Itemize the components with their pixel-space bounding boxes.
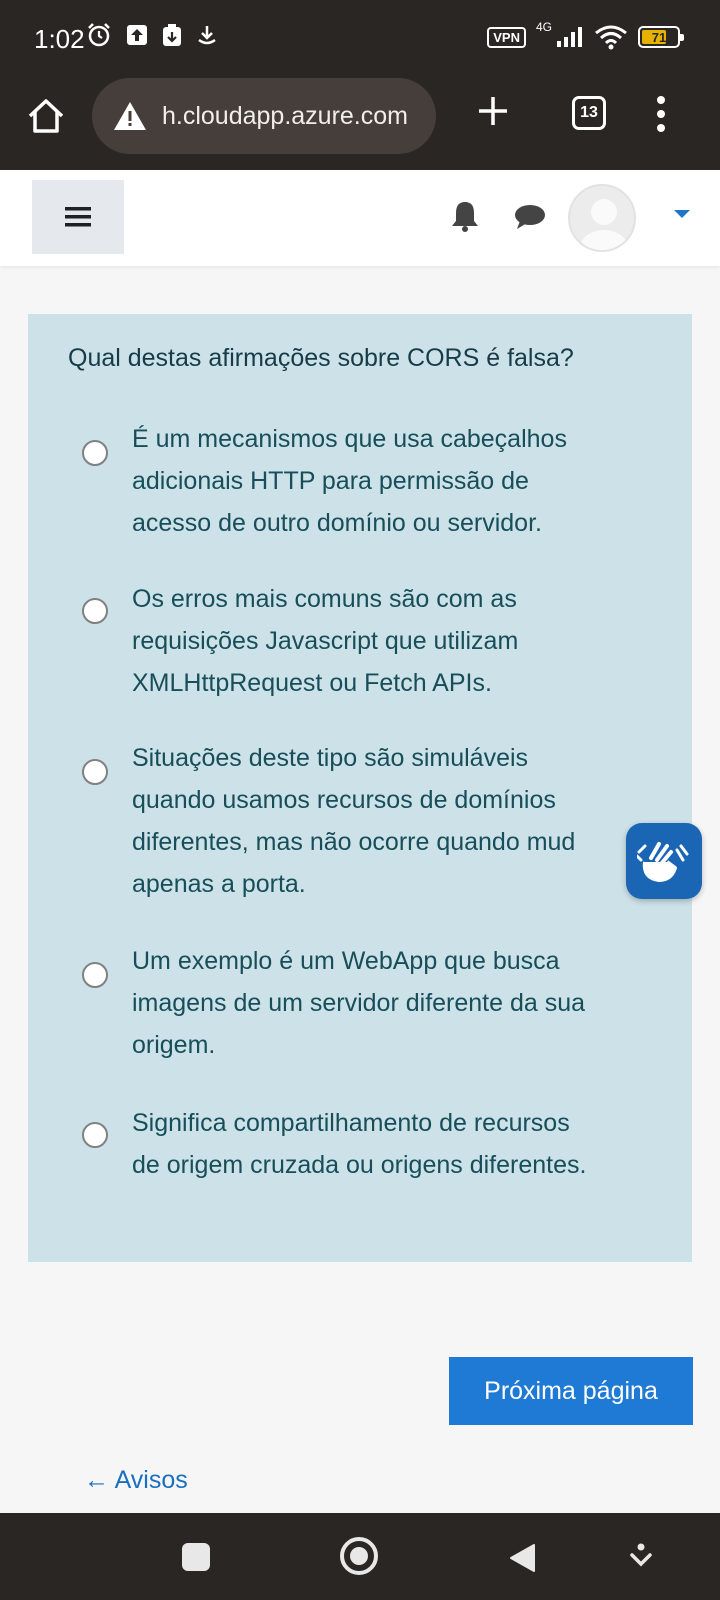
system-navigation-bar <box>0 1513 720 1600</box>
question-card: Qual destas afirmações sobre CORS é fals… <box>28 314 692 1262</box>
next-page-button[interactable]: Próxima página <box>449 1357 693 1425</box>
radio-button[interactable] <box>82 440 108 466</box>
battery-icon: 71 <box>638 26 684 48</box>
tab-switcher-button[interactable]: 13 <box>572 96 606 130</box>
menu-icon <box>65 207 91 227</box>
status-icons-left <box>86 22 218 48</box>
radio-button[interactable] <box>82 962 108 988</box>
status-bar: 1:02 VPN 4G 71 <box>0 0 720 76</box>
answer-text[interactable]: Significa compartilhamento de recursos d… <box>132 1102 692 1186</box>
menu-button[interactable] <box>32 180 124 254</box>
answer-text[interactable]: Situações deste tipo são simuláveis quan… <box>132 737 692 905</box>
vpn-badge: VPN <box>487 26 526 48</box>
battery-level: 71 <box>651 29 667 45</box>
status-icons-right: VPN 4G 71 <box>487 20 684 50</box>
home-icon[interactable] <box>26 96 66 136</box>
answer-text[interactable]: Os erros mais comuns são com as requisiç… <box>132 578 692 704</box>
signal-icon <box>557 27 582 47</box>
browser-toolbar: h.cloudapp.azure.com 13 <box>0 76 720 170</box>
more-options-icon[interactable] <box>656 96 666 132</box>
site-header <box>0 170 720 266</box>
avatar[interactable] <box>568 184 636 252</box>
chat-icon[interactable] <box>514 204 546 230</box>
status-time: 1:02 <box>34 24 85 54</box>
download-icon <box>198 26 216 45</box>
chevron-down-icon[interactable] <box>630 1543 652 1569</box>
alarm-icon <box>88 23 110 47</box>
recent-apps-button[interactable] <box>182 1543 210 1571</box>
back-icon[interactable] <box>508 1543 536 1573</box>
address-bar[interactable]: h.cloudapp.azure.com <box>92 78 436 154</box>
sign-language-hands-icon <box>637 842 689 882</box>
radio-button[interactable] <box>82 598 108 624</box>
new-tab-icon[interactable] <box>476 94 510 128</box>
network-type: 4G <box>535 20 552 34</box>
download-manager-icon <box>163 24 181 46</box>
radio-button[interactable] <box>82 759 108 785</box>
bell-icon[interactable] <box>450 200 480 232</box>
accessibility-button[interactable] <box>626 823 702 899</box>
home-button[interactable] <box>340 1537 378 1575</box>
answer-text[interactable]: Um exemplo é um WebApp que busca imagens… <box>132 940 692 1066</box>
warning-icon[interactable] <box>112 100 148 132</box>
url-text[interactable]: h.cloudapp.azure.com <box>162 102 408 131</box>
wifi-icon <box>595 25 627 50</box>
question-text: Qual destas afirmações sobre CORS é fals… <box>68 344 574 372</box>
caret-down-icon[interactable] <box>674 210 690 218</box>
previous-activity-link[interactable]: ← Avisos <box>84 1466 188 1495</box>
radio-button[interactable] <box>82 1122 108 1148</box>
user-avatar-icon <box>580 199 628 250</box>
answer-text[interactable]: É um mecanismos que usa cabeçalhos adici… <box>132 418 692 544</box>
upload-icon <box>127 25 147 45</box>
